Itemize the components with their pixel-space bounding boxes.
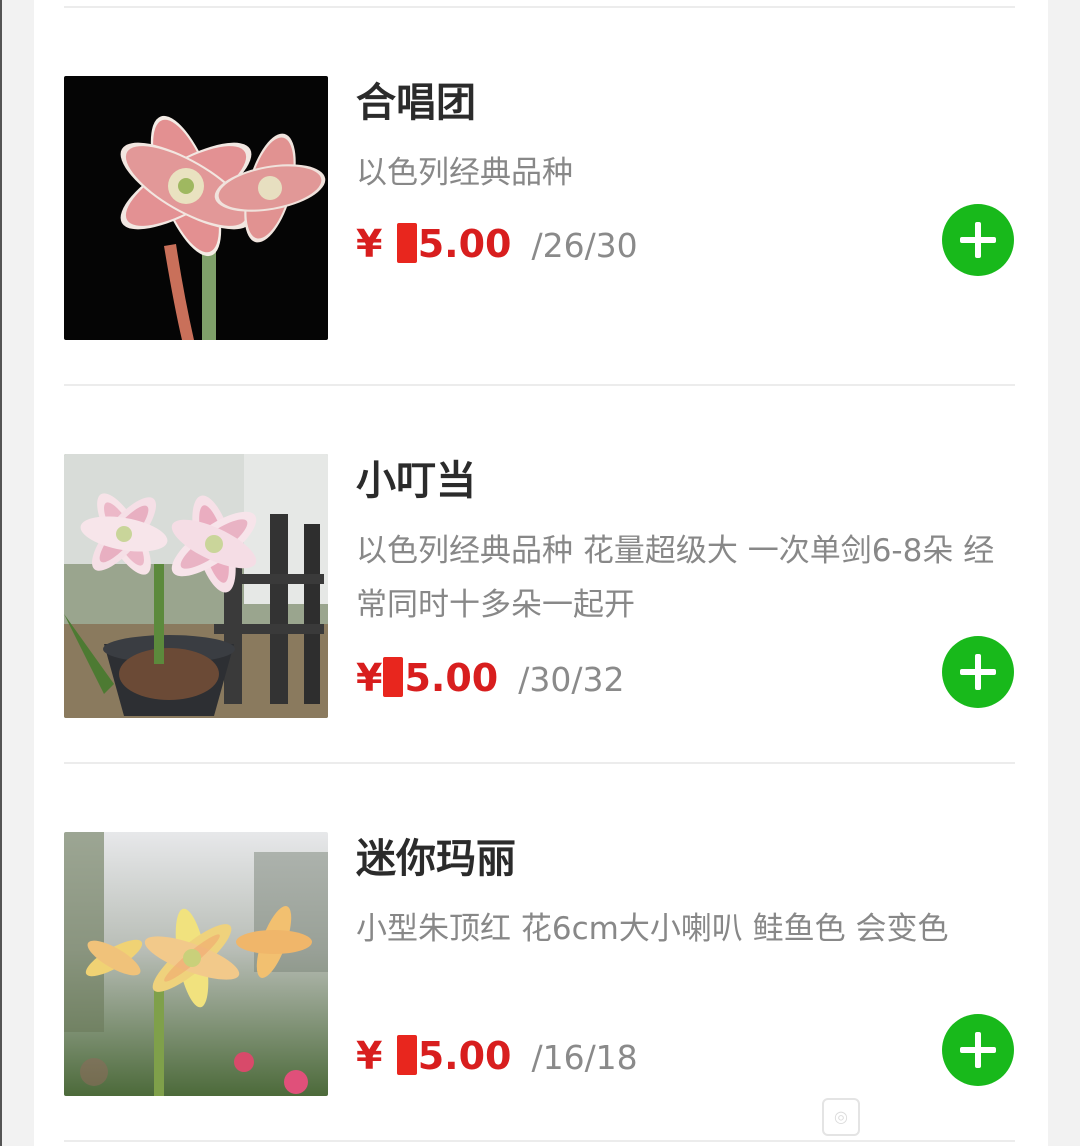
price-value: 5.00 — [417, 1034, 512, 1078]
product-name: 小叮当 — [356, 458, 476, 504]
price-value: 5.00 — [404, 656, 499, 700]
currency-symbol: ¥ — [356, 222, 383, 266]
redaction-mark — [396, 1035, 417, 1075]
product-price: ¥ 5.00 — [356, 1026, 511, 1086]
product-image-choir[interactable] — [64, 76, 328, 340]
redaction-mark — [383, 657, 404, 697]
product-description: 以色列经典品种 — [356, 155, 573, 191]
divider — [64, 6, 1015, 8]
stock-count: /30/32 — [518, 660, 625, 699]
flower-photo — [64, 76, 328, 340]
screen-edge — [0, 0, 2, 1146]
redaction-mark — [396, 223, 417, 263]
product-description: 以色列经典品种 花量超级大 一次单剑6-8朵 经常同时十多朵一起开 — [356, 533, 995, 623]
product-image-tinkerbell[interactable] — [64, 454, 328, 718]
divider — [64, 384, 1015, 386]
product-price: ¥5.00 — [356, 648, 498, 708]
add-to-cart-button[interactable] — [942, 636, 1014, 708]
product-name: 合唱团 — [356, 80, 476, 126]
stock-count: /16/18 — [531, 1038, 638, 1077]
price-row: ¥ 5.00/26/30 — [356, 214, 638, 274]
currency-symbol: ¥ — [356, 1034, 383, 1078]
flower-photo — [64, 832, 328, 1096]
product-description: 小型朱顶红 花6cm大小喇叭 鲑鱼色 会变色 — [356, 911, 949, 947]
add-to-cart-button[interactable] — [942, 204, 1014, 276]
divider — [64, 762, 1015, 764]
flower-photo — [64, 454, 328, 718]
product-list: 合唱团 以色列经典品种 ¥ 5.00/26/30 小叮当 以色列经典品种 花量超… — [34, 0, 1048, 1146]
price-row: ¥ 5.00/16/18 — [356, 1026, 638, 1086]
add-to-cart-button[interactable] — [942, 1014, 1014, 1086]
divider — [64, 1140, 1015, 1142]
stock-count: /26/30 — [531, 226, 638, 265]
product-name: 迷你玛丽 — [356, 836, 516, 882]
product-price: ¥ 5.00 — [356, 214, 511, 274]
price-row: ¥5.00/30/32 — [356, 648, 624, 708]
currency-symbol: ¥ — [356, 656, 383, 700]
price-value: 5.00 — [417, 222, 512, 266]
watermark-icon: ◎ — [822, 1098, 860, 1136]
product-image-mini-mary[interactable] — [64, 832, 328, 1096]
